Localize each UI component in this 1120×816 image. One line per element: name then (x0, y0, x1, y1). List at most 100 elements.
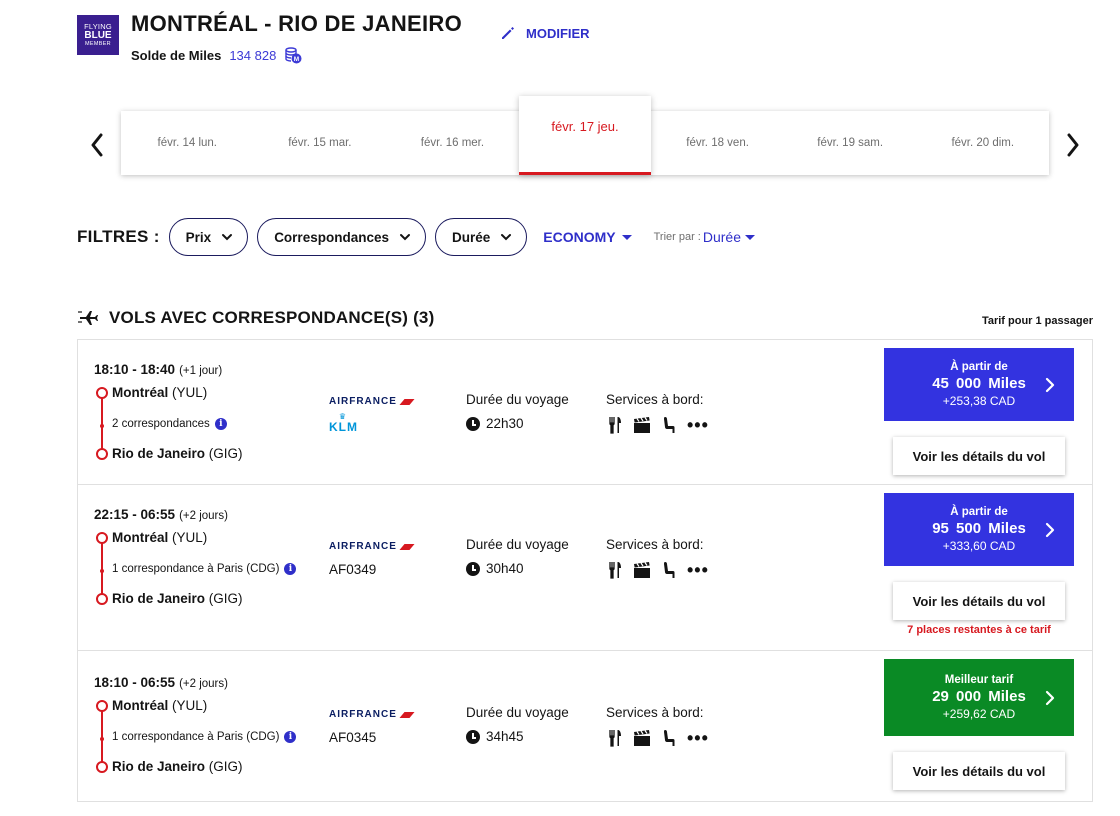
select-fare-button[interactable]: À partir de 45 000 Miles +253,38 CAD (884, 348, 1074, 421)
entertainment-icon (634, 417, 650, 433)
duration-value: 22h30 (486, 416, 524, 431)
services-label: Services à bord: (606, 392, 704, 407)
destination-city: Rio de Janeiro (112, 759, 206, 774)
destination: Rio de Janeiro (GIG) (112, 759, 243, 774)
miles-balance: Solde de Miles 134 828 M (131, 46, 302, 64)
flight-details-button[interactable]: Voir les détails du vol (893, 582, 1065, 620)
departure-arrival-times: 18:10 - 18:40 (94, 362, 176, 377)
date-option[interactable]: févr. 18 ven. (651, 111, 784, 175)
date-option[interactable]: févr. 16 mer. (386, 111, 519, 175)
modify-search-button[interactable]: MODIFIER (500, 25, 590, 41)
destination: Rio de Janeiro (GIG) (112, 446, 243, 461)
sort-label: Trier par : (653, 231, 701, 243)
origin-code: (YUL) (172, 698, 208, 713)
filter-price-label: Prix (185, 229, 212, 245)
airline-name: AIRFRANCE (329, 396, 397, 407)
clock-icon (466, 416, 480, 431)
pencil-icon (502, 27, 514, 39)
flight-number: AF0349 (329, 562, 377, 577)
meal-icon (609, 730, 621, 747)
date-option[interactable]: févr. 20 dim. (916, 111, 1049, 175)
chevron-left-icon (91, 133, 103, 157)
origin-dot (96, 532, 108, 544)
origin-dot (96, 387, 108, 399)
sort-value: Durée (702, 229, 741, 245)
entertainment-icon (634, 730, 650, 746)
clock-icon (466, 561, 480, 576)
origin-code: (YUL) (172, 385, 208, 400)
connection-dot (100, 424, 104, 428)
flight-row: 18:10 - 06:55 (+2 jours) Montréal (YUL) 1… (78, 651, 1092, 801)
filter-connections-dropdown[interactable]: Correspondances (257, 218, 426, 256)
onboard-services: Services à bord: ••• (606, 392, 709, 434)
info-icon[interactable]: i (284, 563, 297, 575)
services-label: Services à bord: (606, 705, 704, 720)
filters-bar: FILTRES : Prix Correspondances Durée ECO… (77, 218, 755, 256)
origin: Montréal (YUL) (112, 530, 207, 545)
chevron-right-icon (1045, 522, 1055, 537)
more-services-icon[interactable]: ••• (687, 561, 709, 579)
seat-icon (664, 417, 675, 433)
section-title: VOLS AVEC CORRESPONDANCE(S) (3) (109, 308, 435, 327)
departure-arrival-times: 18:10 - 06:55 (94, 675, 176, 690)
flight-number: AF0345 (329, 730, 377, 745)
miles-balance-value: 134 828 (229, 47, 277, 63)
seat-icon (664, 730, 675, 746)
logo-line-3: MEMBER (85, 40, 111, 47)
origin-city: Montréal (112, 385, 169, 400)
cad-taxes: +259,62 CAD (942, 707, 1016, 721)
info-icon[interactable]: i (214, 418, 227, 430)
destination-code: (GIG) (208, 591, 243, 606)
duration-label: Durée du voyage (466, 705, 569, 720)
flight-details-button[interactable]: Voir les détails du vol (893, 437, 1065, 475)
airfrance-logo: AIRFRANCE (329, 709, 415, 720)
filter-duration-dropdown[interactable]: Durée (434, 218, 528, 256)
partner-airline: KLM (329, 420, 358, 434)
filter-duration-label: Durée (451, 229, 491, 245)
destination-city: Rio de Janeiro (112, 591, 206, 606)
flight-details-button[interactable]: Voir les détails du vol (893, 752, 1065, 790)
chevron-down-icon (501, 234, 512, 241)
connection-text: 2 correspondances (112, 418, 210, 430)
cad-taxes: +333,60 CAD (942, 539, 1016, 553)
date-option[interactable]: févr. 14 lun. (121, 111, 254, 175)
sort-dropdown[interactable]: Durée (703, 229, 755, 245)
connection-text: 1 correspondance à Paris (CDG) (112, 731, 280, 743)
seats-remaining-notice: 7 places restantes à ce tarif (907, 624, 1051, 636)
day-offset: (+2 jours) (179, 678, 228, 690)
flight-results-list: 18:10 - 18:40 (+1 jour) Montréal (YUL) 2 … (77, 339, 1093, 802)
select-fare-button[interactable]: Meilleur tarif 29 000 Miles +259,62 CAD (884, 659, 1074, 736)
miles-amount: 29 000 (932, 688, 982, 705)
flight-times: 22:15 - 06:55 (+2 jours) (94, 507, 228, 522)
price-heading: Meilleur tarif (944, 674, 1014, 686)
previous-dates-button[interactable] (86, 130, 108, 160)
cad-taxes: +253,38 CAD (942, 394, 1016, 408)
cabin-class-dropdown[interactable]: ECONOMY (543, 229, 632, 245)
connection-dot (100, 569, 104, 573)
duration-label: Durée du voyage (466, 392, 569, 407)
chevron-down-icon (399, 234, 410, 241)
next-dates-button[interactable] (1062, 130, 1084, 160)
more-services-icon[interactable]: ••• (687, 729, 709, 747)
date-option[interactable]: févr. 19 sam. (784, 111, 917, 175)
section-heading: VOLS AVEC CORRESPONDANCE(S) (3) (77, 308, 434, 328)
caret-down-icon (621, 234, 632, 240)
price-heading: À partir de (950, 361, 1008, 373)
select-fare-button[interactable]: À partir de 95 500 Miles +333,60 CAD (884, 493, 1074, 566)
day-offset: (+2 jours) (179, 510, 228, 522)
chevron-right-icon (1045, 690, 1055, 705)
date-option[interactable]: févr. 15 mar. (254, 111, 387, 175)
flying-blue-logo: FLYING BLUE MEMBER (77, 15, 119, 55)
date-option[interactable]: févr. 17 jeu. (518, 96, 652, 175)
more-services-icon[interactable]: ••• (687, 416, 709, 434)
connecting-flight-icon (78, 311, 98, 325)
sort-control: Trier par : Durée (654, 229, 755, 245)
day-offset: (+1 jour) (179, 365, 223, 377)
connection-info: 2 correspondances i (112, 418, 227, 430)
destination-dot (96, 761, 108, 773)
logo-line-2: BLUE (84, 29, 112, 41)
info-icon[interactable]: i (284, 731, 297, 743)
date-selector: févr. 14 lun. févr. 15 mar. févr. 16 mer. f… (121, 96, 1049, 175)
filter-price-dropdown[interactable]: Prix (168, 218, 249, 256)
airfrance-logo: AIRFRANCE (329, 396, 415, 407)
